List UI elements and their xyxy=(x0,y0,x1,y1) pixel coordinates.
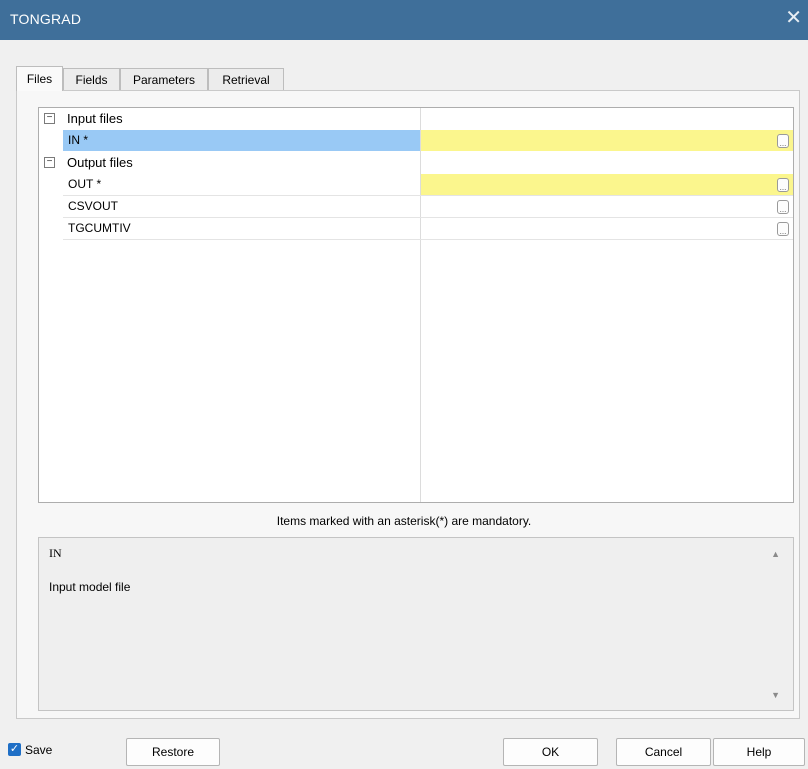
browse-button[interactable]: ... xyxy=(777,200,789,214)
property-value-cell[interactable]: ... xyxy=(421,174,793,195)
description-body: Input model file xyxy=(49,580,131,594)
tab-retrieval[interactable]: Retrieval xyxy=(208,68,284,90)
category-output-files[interactable]: − Output files xyxy=(39,152,793,174)
property-value-cell[interactable]: ... xyxy=(421,218,793,239)
scroll-up-icon[interactable]: ▲ xyxy=(771,549,780,559)
button-bar: ✓ Save Restore OK Cancel Help xyxy=(0,735,808,769)
ok-button[interactable]: OK xyxy=(503,738,598,766)
property-name-cell[interactable]: CSVOUT xyxy=(63,196,420,217)
property-row-in[interactable]: IN * ... xyxy=(39,130,793,152)
description-title: IN xyxy=(49,546,62,560)
save-checkbox[interactable]: ✓ xyxy=(8,743,21,756)
category-input-files[interactable]: − Input files xyxy=(39,108,793,130)
description-panel: IN Input model file ▲ ▼ xyxy=(38,537,794,711)
row-separator xyxy=(63,239,793,240)
save-label[interactable]: Save xyxy=(25,743,52,757)
help-button[interactable]: Help xyxy=(713,738,805,766)
tab-fields[interactable]: Fields xyxy=(63,68,120,90)
property-name: IN * xyxy=(68,133,89,147)
scroll-down-icon[interactable]: ▼ xyxy=(771,690,780,700)
tab-parameters[interactable]: Parameters xyxy=(120,68,208,90)
collapse-icon[interactable]: − xyxy=(44,113,55,124)
property-name-cell[interactable]: OUT * xyxy=(63,174,420,195)
window-title: TONGRAD xyxy=(10,11,82,27)
browse-button[interactable]: ... xyxy=(777,222,789,236)
property-name: TGCUMTIV xyxy=(68,221,131,235)
property-name: OUT * xyxy=(68,177,102,191)
property-value-cell[interactable]: ... xyxy=(421,196,793,217)
property-row-tgcumtiv[interactable]: TGCUMTIV ... xyxy=(39,218,793,240)
property-grid: − Input files IN * ... − Output files OU… xyxy=(38,107,794,503)
property-name: CSVOUT xyxy=(68,199,119,213)
title-bar: TONGRAD ✕ xyxy=(0,0,808,40)
mandatory-hint: Items marked with an asterisk(*) are man… xyxy=(276,514,532,528)
property-row-out[interactable]: OUT * ... xyxy=(39,174,793,196)
cancel-button[interactable]: Cancel xyxy=(616,738,711,766)
restore-button[interactable]: Restore xyxy=(126,738,220,766)
browse-button[interactable]: ... xyxy=(777,178,789,192)
collapse-icon[interactable]: − xyxy=(44,157,55,168)
category-label: Output files xyxy=(67,155,133,170)
close-icon[interactable]: ✕ xyxy=(785,8,802,28)
property-value-cell[interactable]: ... xyxy=(421,130,793,151)
property-name-cell[interactable]: TGCUMTIV xyxy=(63,218,420,239)
property-name-cell[interactable]: IN * xyxy=(63,130,420,151)
browse-button[interactable]: ... xyxy=(777,134,789,148)
category-label: Input files xyxy=(67,111,123,126)
tab-files[interactable]: Files xyxy=(16,66,63,91)
property-row-csvout[interactable]: CSVOUT ... xyxy=(39,196,793,218)
